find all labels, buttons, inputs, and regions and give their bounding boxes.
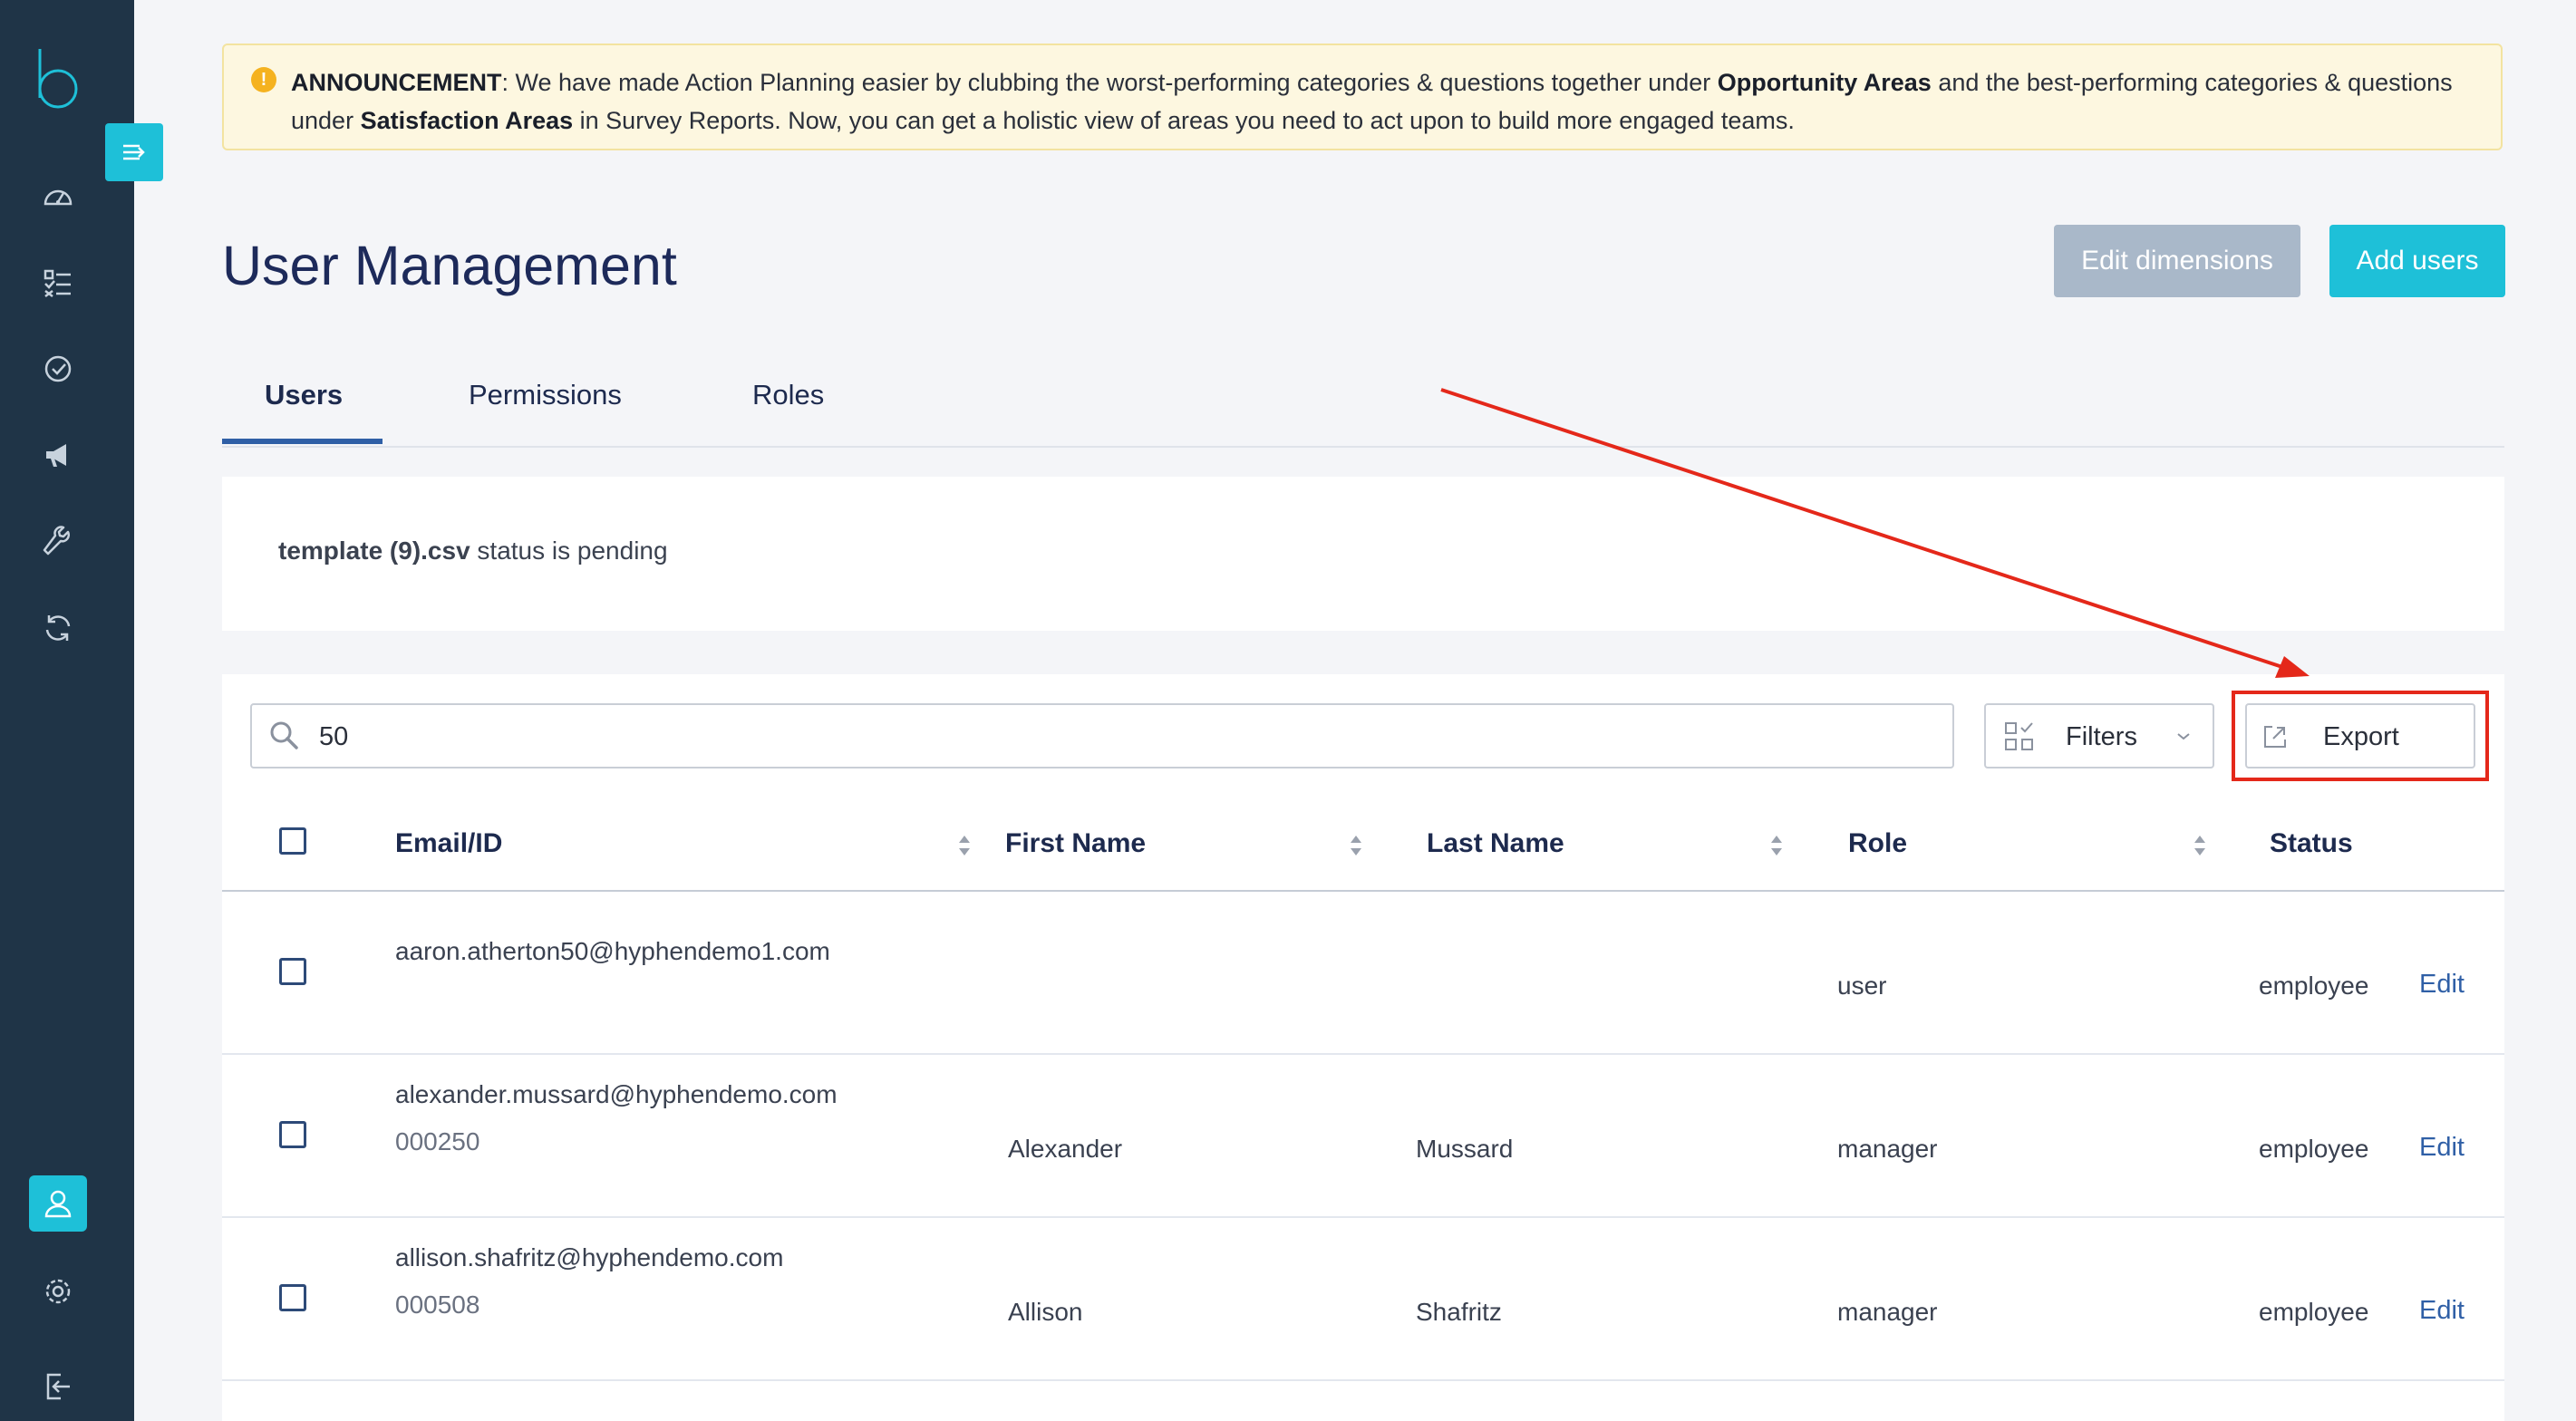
row-edit-link[interactable]: Edit bbox=[2419, 970, 2465, 1000]
row-email: aaron.atherton50@hyphendemo1.com bbox=[395, 937, 830, 965]
row-status: employee bbox=[2259, 1298, 2369, 1326]
row-status: employee bbox=[2259, 972, 2369, 1000]
user-icon[interactable] bbox=[29, 1175, 87, 1232]
row-first-name: Alexander bbox=[1008, 1135, 1123, 1163]
table-row: aaron.atherton50@hyphendemo1.com user em… bbox=[222, 892, 2504, 1055]
filter-grid-icon bbox=[2005, 722, 2033, 750]
row-checkbox[interactable] bbox=[279, 958, 306, 985]
sidebar-toggle-button[interactable] bbox=[105, 123, 163, 181]
brand-logo[interactable] bbox=[36, 47, 80, 111]
row-last-name: Mussard bbox=[1416, 1135, 1514, 1163]
row-first-name: Allison bbox=[1008, 1298, 1083, 1326]
add-users-button[interactable]: Add users bbox=[2329, 225, 2505, 297]
filters-dropdown[interactable]: Filters bbox=[1984, 703, 2214, 768]
gear-icon[interactable] bbox=[39, 1272, 77, 1310]
row-checkbox[interactable] bbox=[279, 1121, 306, 1148]
wrench-icon[interactable] bbox=[39, 523, 77, 561]
row-edit-link[interactable]: Edit bbox=[2419, 1296, 2465, 1326]
announcement-text: : We have made Action Planning easier by… bbox=[501, 69, 1718, 96]
page-title: User Management bbox=[222, 235, 677, 296]
tab-bar: Users Permissions Roles bbox=[222, 362, 2504, 448]
users-table-card: 50 Filters Export Email/ID First Name La… bbox=[222, 674, 2504, 1421]
tab-users[interactable]: Users bbox=[265, 379, 343, 411]
row-id: 000250 bbox=[395, 1127, 480, 1155]
sort-icon[interactable] bbox=[2192, 832, 2208, 859]
sort-icon[interactable] bbox=[956, 832, 973, 859]
row-role: user bbox=[1837, 972, 1887, 1000]
row-edit-link[interactable]: Edit bbox=[2419, 1133, 2465, 1163]
column-header-status[interactable]: Status bbox=[2270, 828, 2353, 859]
dashboard-icon[interactable] bbox=[39, 177, 77, 215]
table-row: alexander.mussard@hyphendemo.com 000250 … bbox=[222, 1055, 2504, 1218]
tab-roles[interactable]: Roles bbox=[752, 379, 824, 411]
tab-permissions[interactable]: Permissions bbox=[469, 379, 622, 411]
sidebar bbox=[0, 0, 134, 1421]
announcement-bold: Opportunity Areas bbox=[1717, 69, 1932, 96]
table-row: allison.shafritz@hyphendemo.com 000508 A… bbox=[222, 1218, 2504, 1381]
logout-icon[interactable] bbox=[39, 1368, 77, 1406]
warning-icon: ! bbox=[251, 67, 276, 92]
select-all-checkbox[interactable] bbox=[279, 827, 306, 855]
announcement-banner: ! ANNOUNCEMENT: We have made Action Plan… bbox=[222, 44, 2503, 150]
column-header-first-name[interactable]: First Name bbox=[1005, 828, 1146, 859]
row-checkbox[interactable] bbox=[279, 1284, 306, 1311]
sort-icon[interactable] bbox=[1768, 832, 1785, 859]
search-input[interactable]: 50 bbox=[250, 703, 1954, 768]
collapse-arrow-icon bbox=[123, 144, 145, 160]
search-value: 50 bbox=[319, 722, 349, 751]
megaphone-icon[interactable] bbox=[39, 436, 77, 474]
row-status: employee bbox=[2259, 1135, 2369, 1163]
upload-status-message: status is pending bbox=[470, 536, 668, 565]
annotation-highlight-box bbox=[2232, 691, 2489, 781]
edit-dimensions-button[interactable]: Edit dimensions bbox=[2054, 225, 2300, 297]
filters-label: Filters bbox=[2066, 722, 2137, 751]
announcement-label: ANNOUNCEMENT bbox=[291, 69, 502, 96]
upload-status-text: template (9).csv status is pending bbox=[278, 536, 668, 566]
upload-status-card: template (9).csv status is pending bbox=[222, 477, 2504, 631]
row-last-name: Shafritz bbox=[1416, 1298, 1502, 1326]
active-tab-indicator bbox=[222, 439, 383, 444]
checklist-icon[interactable] bbox=[39, 264, 77, 302]
announcement-text: in Survey Reports. Now, you can get a ho… bbox=[573, 107, 1795, 134]
row-role: manager bbox=[1837, 1135, 1938, 1163]
column-header-email[interactable]: Email/ID bbox=[395, 828, 502, 859]
sync-icon[interactable] bbox=[39, 609, 77, 647]
sort-icon[interactable] bbox=[1348, 832, 1364, 859]
table-header: Email/ID First Name Last Name Role Statu… bbox=[222, 801, 2504, 892]
row-email: allison.shafritz@hyphendemo.com bbox=[395, 1243, 784, 1271]
column-header-role[interactable]: Role bbox=[1848, 828, 1907, 859]
column-header-last-name[interactable]: Last Name bbox=[1427, 828, 1564, 859]
row-role: manager bbox=[1837, 1298, 1938, 1326]
row-id: 000508 bbox=[395, 1290, 480, 1319]
chevron-down-icon bbox=[2177, 733, 2190, 740]
row-email: alexander.mussard@hyphendemo.com bbox=[395, 1080, 838, 1108]
check-circle-icon[interactable] bbox=[39, 350, 77, 388]
search-icon bbox=[270, 721, 298, 749]
announcement-bold: Satisfaction Areas bbox=[360, 107, 574, 134]
upload-filename: template (9).csv bbox=[278, 536, 470, 565]
